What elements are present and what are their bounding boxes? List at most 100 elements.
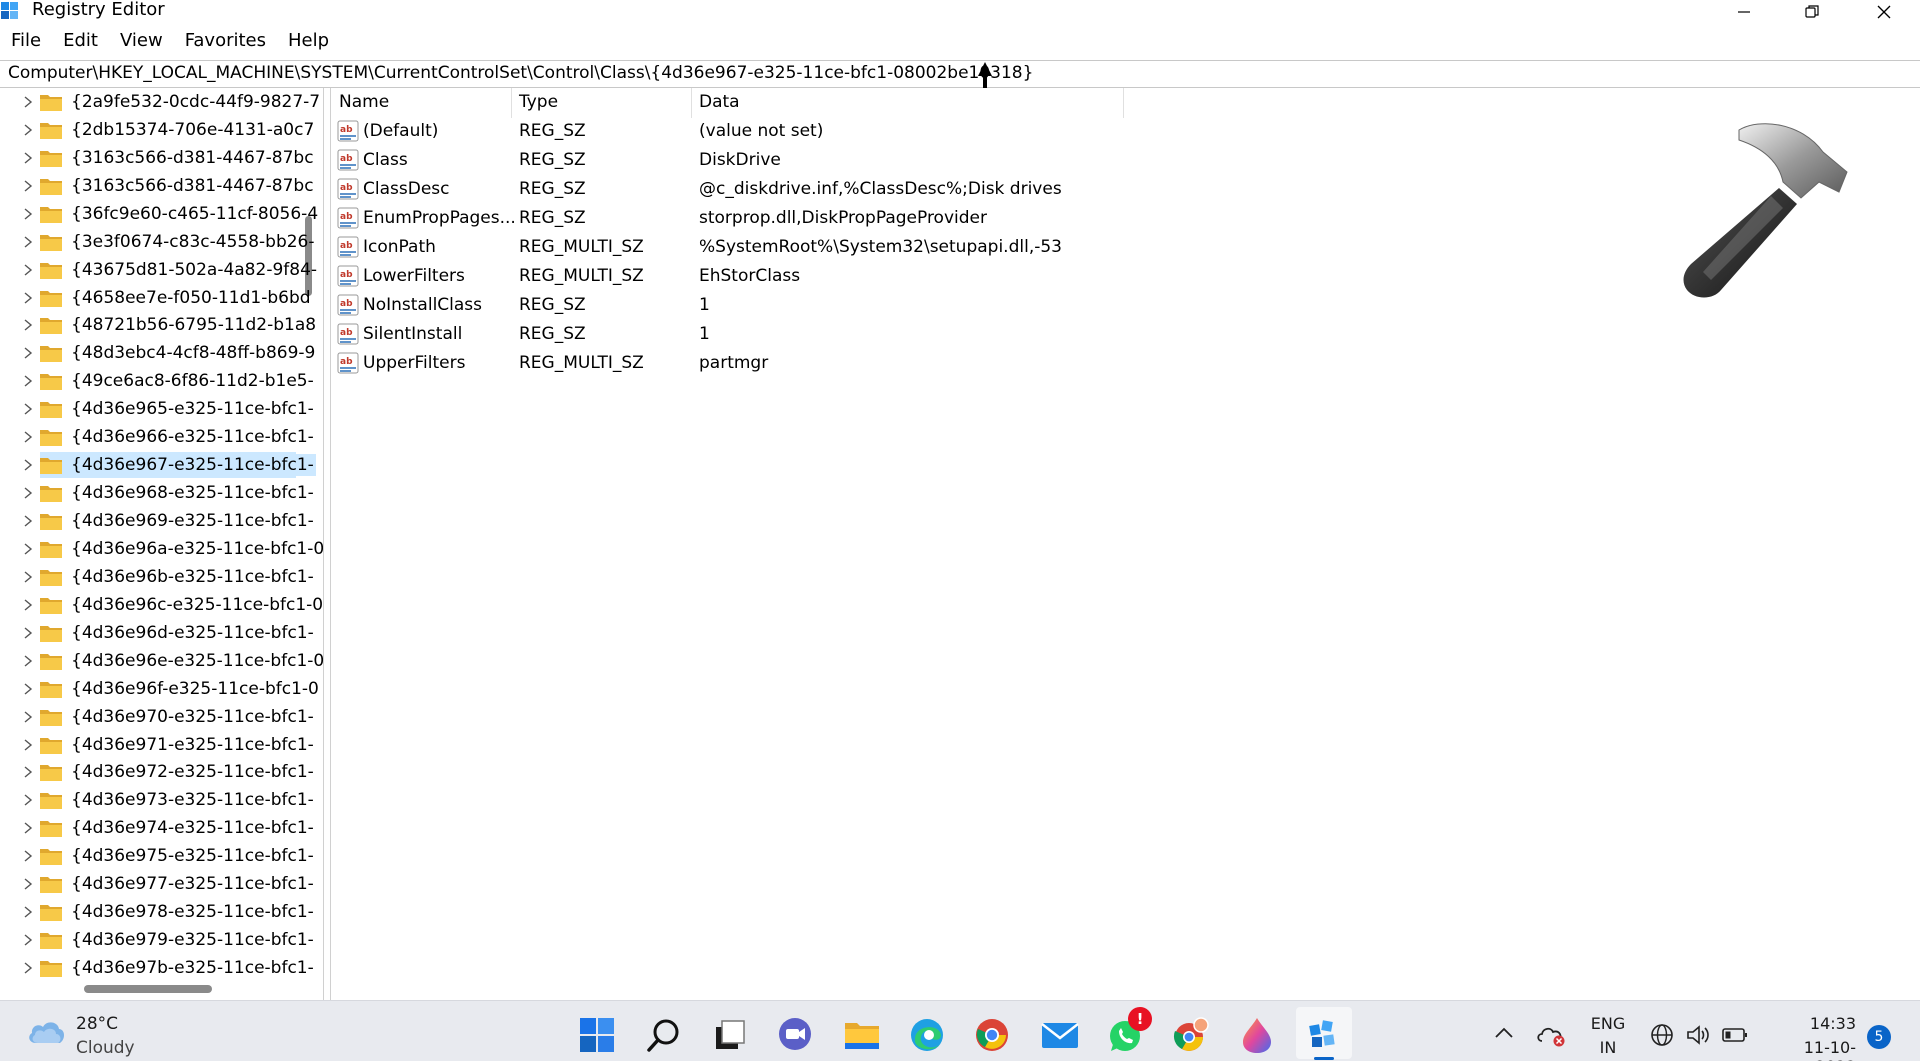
expand-chevron-icon[interactable]	[23, 514, 33, 528]
search-button[interactable]	[644, 1015, 684, 1055]
tree-item[interactable]: {4d36e972-e325-11ce-bfc1-	[0, 759, 314, 787]
mail-button[interactable]	[1040, 1015, 1080, 1055]
menu-favorites[interactable]: Favorites	[174, 28, 277, 56]
tree-item[interactable]: {4d36e96f-e325-11ce-bfc1-0	[0, 675, 319, 703]
address-path[interactable]: Computer\HKEY_LOCAL_MACHINE\SYSTEM\Curre…	[8, 63, 1033, 83]
column-separator[interactable]	[511, 88, 512, 118]
column-separator[interactable]	[1123, 88, 1124, 118]
tree-item[interactable]: {4d36e975-e325-11ce-bfc1-	[0, 842, 314, 870]
column-header-type[interactable]: Type	[519, 92, 558, 116]
tree-item[interactable]: {49ce6ac8-6f86-11d2-b1e5-	[0, 367, 314, 395]
tree-item[interactable]: {4d36e96d-e325-11ce-bfc1-	[0, 619, 314, 647]
expand-chevron-icon[interactable]	[23, 738, 33, 752]
tree-item[interactable]: {4d36e96c-e325-11ce-bfc1-0	[0, 591, 323, 619]
expand-chevron-icon[interactable]	[23, 235, 33, 249]
tree-item[interactable]: {3e3f0674-c83c-4558-bb26-	[0, 228, 315, 256]
tree-item[interactable]: {2a9fe532-0cdc-44f9-9827-7	[0, 88, 320, 116]
restore-button[interactable]	[1782, 0, 1842, 24]
menu-view[interactable]: View	[109, 28, 174, 56]
tree-item[interactable]: {4d36e974-e325-11ce-bfc1-	[0, 814, 314, 842]
file-explorer-button[interactable]	[842, 1015, 882, 1055]
weather-condition[interactable]: Cloudy	[76, 1038, 135, 1058]
expand-chevron-icon[interactable]	[23, 905, 33, 919]
value-row[interactable]: ab SilentInstall REG_SZ 1	[331, 321, 1920, 350]
tree-item[interactable]: {4d36e97b-e325-11ce-bfc1-	[0, 954, 314, 982]
expand-chevron-icon[interactable]	[23, 570, 33, 584]
menu-edit[interactable]: Edit	[52, 28, 109, 56]
value-row[interactable]: ab UpperFilters REG_MULTI_SZ partmgr	[331, 350, 1920, 379]
expand-chevron-icon[interactable]	[23, 654, 33, 668]
edge-button[interactable]	[907, 1015, 947, 1055]
clock-date[interactable]: 11-10-2022	[1764, 1038, 1856, 1061]
expand-chevron-icon[interactable]	[23, 710, 33, 724]
column-header-name[interactable]: Name	[339, 92, 389, 116]
network-globe-icon[interactable]	[1650, 1023, 1674, 1047]
tree-item[interactable]: {4d36e978-e325-11ce-bfc1-	[0, 898, 314, 926]
tree-item[interactable]: {43675d81-502a-4a82-9f84-	[0, 256, 317, 284]
expand-chevron-icon[interactable]	[23, 961, 33, 975]
expand-chevron-icon[interactable]	[23, 877, 33, 891]
expand-chevron-icon[interactable]	[23, 933, 33, 947]
tree-item[interactable]: {3163c566-d381-4467-87bc	[0, 144, 314, 172]
notification-count-badge[interactable]: 5	[1867, 1025, 1891, 1049]
input-region[interactable]: IN	[1588, 1038, 1628, 1057]
teams-chat-button[interactable]	[775, 1015, 815, 1055]
expand-chevron-icon[interactable]	[23, 207, 33, 221]
tree-vertical-scroll-thumb[interactable]	[305, 216, 312, 296]
column-header-data[interactable]: Data	[699, 92, 740, 116]
tree-item[interactable]: {4d36e979-e325-11ce-bfc1-	[0, 926, 314, 954]
tree-item[interactable]: {4d36e96a-e325-11ce-bfc1-0	[0, 535, 323, 563]
expand-chevron-icon[interactable]	[23, 179, 33, 193]
clock-time[interactable]: 14:33	[1764, 1014, 1856, 1033]
expand-chevron-icon[interactable]	[23, 374, 33, 388]
expand-chevron-icon[interactable]	[23, 346, 33, 360]
volume-icon[interactable]	[1685, 1023, 1711, 1047]
tree-horizontal-scroll-thumb[interactable]	[84, 985, 212, 993]
tree-item[interactable]: {4d36e96e-e325-11ce-bfc1-0	[0, 647, 323, 675]
expand-chevron-icon[interactable]	[23, 682, 33, 696]
expand-chevron-icon[interactable]	[23, 486, 33, 500]
chrome-profile-button[interactable]	[1171, 1015, 1211, 1055]
battery-icon[interactable]	[1722, 1027, 1748, 1043]
tree-item[interactable]: {4d36e966-e325-11ce-bfc1-	[0, 423, 314, 451]
tree-item[interactable]: {3163c566-d381-4467-87bc	[0, 172, 314, 200]
address-bar[interactable]: Computer\HKEY_LOCAL_MACHINE\SYSTEM\Curre…	[0, 60, 1920, 88]
expand-chevron-icon[interactable]	[23, 542, 33, 556]
expand-chevron-icon[interactable]	[23, 123, 33, 137]
expand-chevron-icon[interactable]	[23, 318, 33, 332]
expand-chevron-icon[interactable]	[23, 458, 33, 472]
expand-chevron-icon[interactable]	[23, 430, 33, 444]
expand-chevron-icon[interactable]	[23, 849, 33, 863]
tree-item[interactable]: {4d36e96b-e325-11ce-bfc1-	[0, 563, 314, 591]
expand-chevron-icon[interactable]	[23, 793, 33, 807]
tree-item[interactable]: {4d36e970-e325-11ce-bfc1-	[0, 703, 314, 731]
tree-item[interactable]: {4d36e973-e325-11ce-bfc1-	[0, 786, 314, 814]
expand-chevron-icon[interactable]	[23, 263, 33, 277]
column-separator[interactable]	[691, 88, 692, 118]
paint-button[interactable]	[1237, 1015, 1277, 1055]
chrome-button[interactable]	[972, 1015, 1012, 1055]
tree-horizontal-scrollbar[interactable]	[0, 978, 300, 996]
tree-item[interactable]: {36fc9e60-c465-11cf-8056-4	[0, 200, 318, 228]
menu-help[interactable]: Help	[277, 28, 340, 56]
expand-chevron-icon[interactable]	[23, 598, 33, 612]
input-language[interactable]: ENG	[1588, 1014, 1628, 1033]
show-hidden-icons-icon[interactable]	[1494, 1027, 1514, 1039]
tree-item-selected[interactable]: {4d36e967-e325-11ce-bfc1-	[0, 451, 316, 479]
tree-item[interactable]: {4658ee7e-f050-11d1-b6bd	[0, 284, 311, 312]
task-view-button[interactable]	[710, 1015, 750, 1055]
weather-temperature[interactable]: 28°C	[76, 1014, 118, 1034]
expand-chevron-icon[interactable]	[23, 95, 33, 109]
expand-chevron-icon[interactable]	[23, 765, 33, 779]
minimize-button[interactable]	[1714, 0, 1774, 24]
start-button[interactable]	[577, 1015, 617, 1055]
tree-item[interactable]: {4d36e969-e325-11ce-bfc1-	[0, 507, 314, 535]
expand-chevron-icon[interactable]	[23, 402, 33, 416]
expand-chevron-icon[interactable]	[23, 291, 33, 305]
tree-item[interactable]: {4d36e977-e325-11ce-bfc1-	[0, 870, 314, 898]
tree-item[interactable]: {2db15374-706e-4131-a0c7	[0, 116, 314, 144]
expand-chevron-icon[interactable]	[23, 626, 33, 640]
menu-file[interactable]: File	[0, 28, 52, 56]
close-button[interactable]	[1854, 0, 1914, 24]
tree-item[interactable]: {4d36e965-e325-11ce-bfc1-	[0, 395, 314, 423]
